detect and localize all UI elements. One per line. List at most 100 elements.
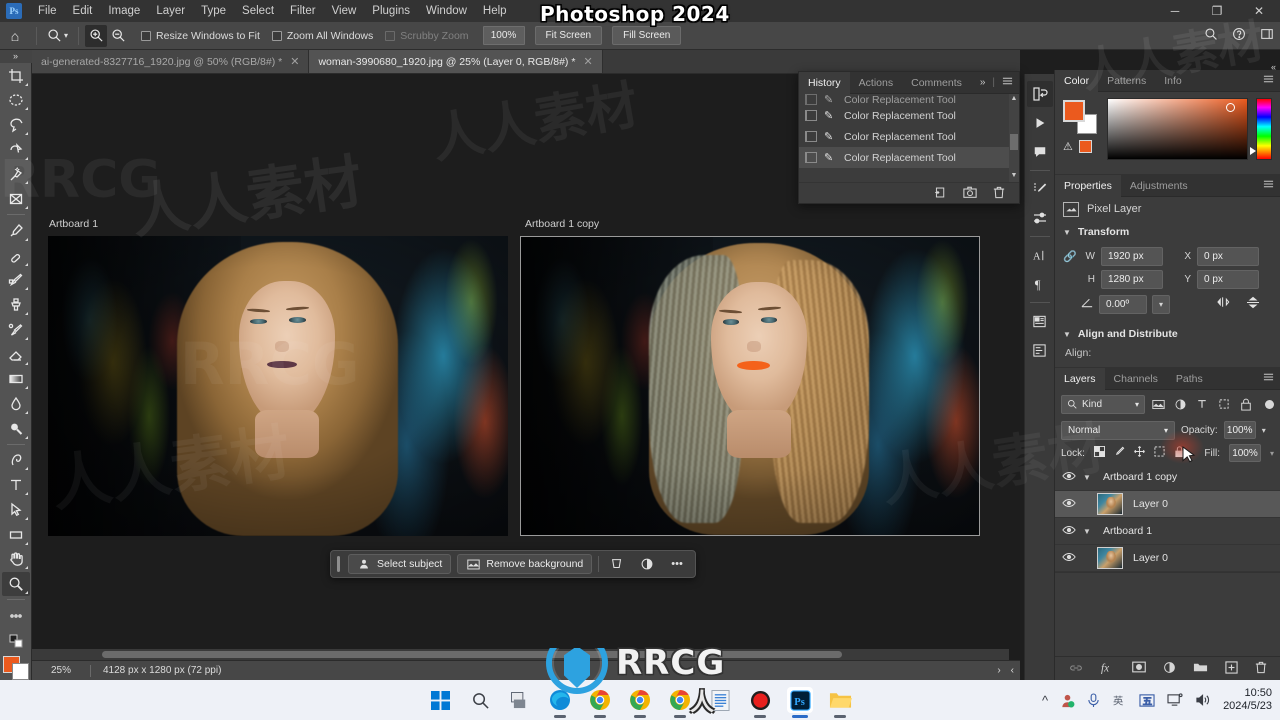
menu-edit[interactable]: Edit [65, 2, 101, 20]
history-brush-tool[interactable] [2, 318, 30, 342]
brush-settings-icon[interactable] [1027, 176, 1053, 202]
flip-horizontal-icon[interactable] [1217, 296, 1232, 312]
quick-selection-tool[interactable] [2, 163, 30, 187]
default-colors-icon[interactable] [2, 629, 30, 653]
type-filter-icon[interactable] [1193, 395, 1211, 414]
history-scrollbar[interactable]: ▲ ▼ [1009, 94, 1019, 182]
search-icon[interactable] [1204, 27, 1218, 44]
layer-row-layer-0[interactable]: Layer 0 [1055, 545, 1280, 572]
eraser-tool[interactable] [2, 343, 30, 367]
blend-mode-select[interactable]: Normal ▾ [1061, 420, 1175, 440]
more-options-icon[interactable]: ••• [665, 554, 689, 574]
menu-type[interactable]: Type [193, 2, 234, 20]
lock-position-icon[interactable] [1134, 446, 1145, 460]
layer-row-artboard-1[interactable]: ▼ Artboard 1 [1055, 518, 1280, 545]
zoom-tool[interactable] [1, 572, 30, 597]
height-input[interactable]: 1280 px [1101, 270, 1163, 289]
zoom-in-icon[interactable] [85, 24, 108, 47]
background-color-swatch[interactable] [11, 663, 29, 681]
photoshop-icon[interactable]: Ps [787, 687, 813, 718]
tab-properties[interactable]: Properties [1055, 174, 1121, 197]
tab-history[interactable]: History [799, 71, 850, 94]
panel-menu-icon[interactable] [1263, 74, 1274, 87]
fit-screen-button[interactable]: Fit Screen [534, 26, 603, 45]
hue-marker[interactable] [1250, 147, 1256, 155]
lasso-tool[interactable] [2, 113, 30, 137]
delete-layer-icon[interactable] [1255, 661, 1267, 677]
layer-style-icon[interactable]: fx [1100, 661, 1115, 677]
flip-vertical-icon[interactable] [1246, 296, 1260, 312]
layer-row-layer-0-copy[interactable]: Layer 0 [1055, 491, 1280, 518]
microphone-icon[interactable] [1087, 692, 1100, 708]
brush-tool[interactable] [2, 269, 30, 293]
color-field-marker[interactable] [1226, 103, 1235, 112]
color-swatches[interactable] [2, 656, 29, 681]
document-tab-ai-generated[interactable]: ai-generated-8327716_1920.jpg @ 50% (RGB… [32, 50, 310, 73]
transform-group-header[interactable]: ▼ Transform [1055, 221, 1280, 243]
panel-menu-icon[interactable] [1263, 179, 1274, 192]
visibility-icon[interactable] [1061, 471, 1077, 484]
width-input[interactable]: 1920 px [1101, 247, 1163, 266]
close-button[interactable]: ✕ [1238, 0, 1280, 22]
menu-filter[interactable]: Filter [282, 2, 324, 20]
chevron-down-icon[interactable]: ▼ [1063, 330, 1071, 339]
libraries-icon[interactable] [1027, 308, 1053, 334]
pixel-filter-icon[interactable] [1149, 395, 1167, 414]
layer-mask-icon[interactable] [1132, 661, 1146, 676]
artboard-right[interactable] [520, 236, 980, 536]
eyedropper-tool[interactable] [2, 219, 30, 243]
color-field[interactable] [1107, 98, 1248, 160]
y-input[interactable]: 0 px [1197, 270, 1259, 289]
hand-tool[interactable] [2, 548, 30, 572]
tab-layers[interactable]: Layers [1055, 367, 1105, 390]
tab-channels[interactable]: Channels [1105, 368, 1167, 390]
color-swatch-stack[interactable] [1063, 100, 1097, 134]
actions-rail-icon[interactable] [1027, 110, 1053, 136]
visibility-icon[interactable] [1061, 552, 1077, 565]
delete-icon[interactable] [993, 186, 1005, 202]
status-zoom-level[interactable]: 25% [32, 665, 90, 676]
lock-transparency-icon[interactable] [1093, 446, 1105, 460]
angle-input[interactable]: 0.00º [1099, 294, 1147, 314]
toolbar-expand-icon[interactable]: » [0, 50, 32, 63]
menu-window[interactable]: Window [418, 2, 475, 20]
new-group-icon[interactable] [1193, 661, 1208, 676]
tab-actions[interactable]: Actions [850, 72, 902, 94]
clone-stamp-tool[interactable] [2, 293, 30, 317]
history-state-list[interactable]: ✎ Color Replacement Tool ✎ Color Replace… [799, 94, 1019, 182]
menu-help[interactable]: Help [475, 2, 515, 20]
fill-value[interactable]: 100% [1228, 444, 1261, 462]
adjustment-filter-icon[interactable] [1171, 395, 1189, 414]
paragraph-icon[interactable]: ¶ [1027, 271, 1053, 297]
type-tool[interactable] [2, 473, 30, 497]
gamut-warning-icon[interactable]: ⚠ [1063, 140, 1073, 153]
prev-arrow-icon[interactable]: ‹ [1011, 665, 1014, 676]
chevron-down-icon[interactable]: ▼ [1083, 527, 1093, 536]
healing-brush-tool[interactable] [2, 244, 30, 268]
panel-menu-icon[interactable] [1002, 76, 1013, 89]
shape-filter-icon[interactable] [1215, 395, 1233, 414]
tab-patterns[interactable]: Patterns [1098, 70, 1155, 92]
tab-color[interactable]: Color [1055, 69, 1099, 92]
comments-rail-icon[interactable] [1027, 139, 1053, 165]
color-picker-body[interactable]: ⚠ [1055, 92, 1280, 174]
maximize-button[interactable]: ❐ [1196, 0, 1238, 22]
menu-file[interactable]: File [30, 2, 65, 20]
select-subject-button[interactable]: Select subject [347, 554, 452, 574]
character-icon[interactable]: A [1027, 242, 1053, 268]
filter-toggle[interactable] [1265, 399, 1274, 409]
start-icon[interactable] [427, 687, 453, 713]
smart-object-filter-icon[interactable] [1237, 395, 1255, 414]
menu-select[interactable]: Select [234, 2, 282, 20]
tab-adjustments[interactable]: Adjustments [1121, 175, 1197, 197]
object-selection-tool[interactable] [2, 138, 30, 162]
panel-menu-icon[interactable] [1263, 372, 1274, 385]
blur-tool[interactable] [2, 392, 30, 416]
scroll-thumb[interactable] [1010, 134, 1018, 150]
link-icon[interactable]: 🔗 [1063, 250, 1077, 263]
layer-row-artboard-1-copy[interactable]: ▼ Artboard 1 copy [1055, 464, 1280, 491]
explorer-icon[interactable] [827, 687, 853, 718]
scroll-thumb[interactable] [102, 651, 842, 658]
volume-icon[interactable] [1195, 693, 1211, 707]
task-view-icon[interactable] [507, 687, 533, 713]
